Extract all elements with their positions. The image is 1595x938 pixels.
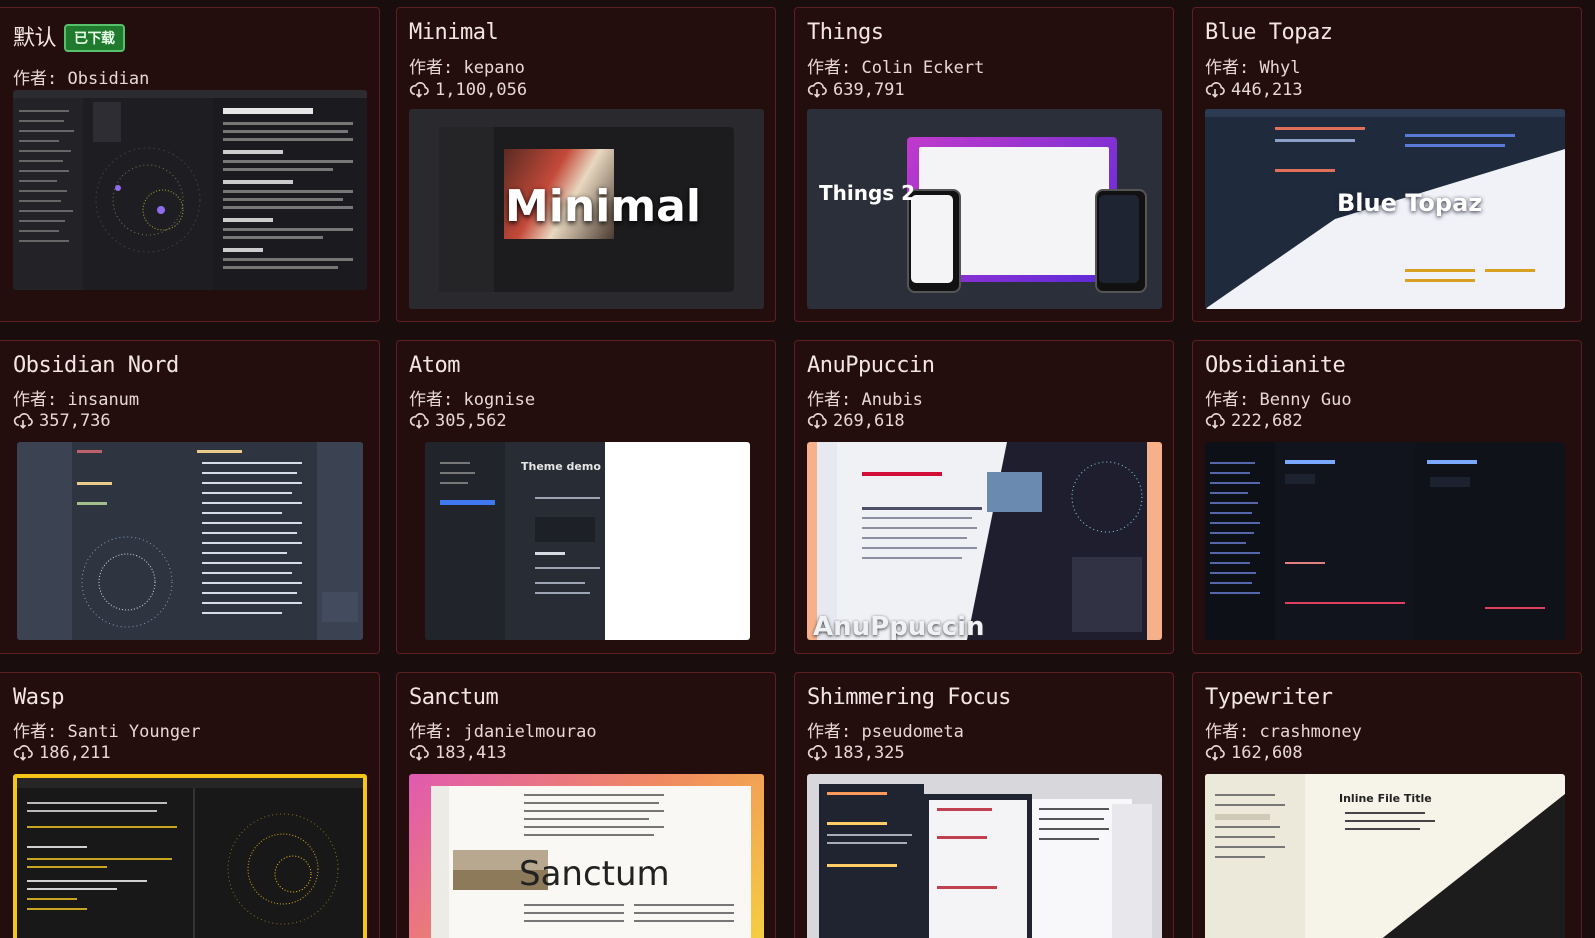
theme-preview: AnuPpuccin [807, 442, 1162, 640]
download-cloud-icon [409, 82, 429, 98]
download-cloud-icon [807, 413, 827, 429]
theme-preview: Minimal [409, 109, 764, 309]
theme-downloads: 305,562 [409, 411, 507, 431]
theme-downloads: 162,608 [1205, 743, 1303, 763]
theme-name: Obsidianite [1205, 353, 1346, 378]
theme-downloads: 183,413 [409, 743, 507, 763]
theme-downloads: 446,213 [1205, 80, 1303, 100]
theme-preview [13, 774, 367, 938]
theme-preview [807, 774, 1162, 938]
theme-preview: Sanctum [409, 774, 764, 938]
download-cloud-icon [409, 413, 429, 429]
theme-card-blue-topaz[interactable]: Blue Topaz 作者: Whyl 446,213 Blue Topaz [1192, 7, 1582, 322]
download-cloud-icon [1205, 745, 1225, 761]
theme-name: Shimmering Focus [807, 685, 1011, 710]
theme-preview: Blue Topaz [1205, 109, 1565, 309]
theme-author: 作者: insanum [13, 390, 140, 410]
theme-author: 作者: Santi Younger [13, 722, 201, 742]
theme-card-sanctum[interactable]: Sanctum 作者: jdanielmourao 183,413 Sanctu… [396, 672, 776, 938]
theme-preview: Theme demo [425, 442, 750, 640]
theme-author: 作者: kepano [409, 58, 525, 78]
download-cloud-icon [13, 413, 33, 429]
theme-card-wasp[interactable]: Wasp 作者: Santi Younger 186,211 [0, 672, 380, 938]
theme-name: Things [807, 20, 884, 45]
preview-title: Minimal [505, 181, 701, 232]
theme-preview [13, 90, 367, 290]
theme-downloads: 639,791 [807, 80, 905, 100]
theme-author: 作者: kognise [409, 390, 536, 410]
preview-background [817, 442, 1147, 640]
theme-downloads: 1,100,056 [409, 80, 527, 100]
download-cloud-icon [409, 745, 429, 761]
theme-card-default[interactable]: 默认 已下载 作者: Obsidian [0, 7, 380, 322]
preview-title: AnuPpuccin [813, 612, 985, 640]
preview-background [1205, 442, 1565, 640]
theme-name: Atom [409, 353, 460, 378]
preview-title: Theme demo [521, 460, 601, 473]
theme-preview [17, 442, 363, 640]
theme-card-things[interactable]: Things 作者: Colin Eckert 639,791 Things 2 [794, 7, 1174, 322]
preview-background [17, 778, 363, 938]
preview-background [819, 784, 1152, 938]
preview-title: Inline File Title [1339, 792, 1432, 805]
theme-gallery: 默认 已下载 作者: Obsidian Minimal 作者: kepano 1… [0, 0, 1595, 938]
theme-author: 作者: Colin Eckert [807, 58, 985, 78]
theme-downloads: 186,211 [13, 743, 111, 763]
theme-card-shimmering-focus[interactable]: Shimmering Focus 作者: pseudometa 183,325 [794, 672, 1174, 938]
theme-name: Minimal [409, 20, 499, 45]
theme-author: 作者: Benny Guo [1205, 390, 1352, 410]
theme-author: 作者: crashmoney [1205, 722, 1362, 742]
theme-downloads: 357,736 [13, 411, 111, 431]
theme-card-obsidianite[interactable]: Obsidianite 作者: Benny Guo 222,682 [1192, 340, 1582, 654]
preview-title: Blue Topaz [1337, 189, 1483, 217]
theme-name: Sanctum [409, 685, 499, 710]
theme-author: 作者: pseudometa [807, 722, 964, 742]
theme-preview: Inline File Title [1205, 774, 1565, 938]
theme-card-anuppuccin[interactable]: AnuPpuccin 作者: Anubis 269,618 AnuPpuccin [794, 340, 1174, 654]
theme-card-minimal[interactable]: Minimal 作者: kepano 1,100,056 Minimal [396, 7, 776, 322]
preview-title: Things 2 [819, 181, 916, 205]
downloaded-badge: 已下载 [64, 24, 125, 52]
theme-author: 作者: Anubis [807, 390, 923, 410]
theme-downloads: 269,618 [807, 411, 905, 431]
theme-card-typewriter[interactable]: Typewriter 作者: crashmoney 162,608 Inline [1192, 672, 1582, 938]
theme-preview: Things 2 [807, 109, 1162, 309]
preview-graph [13, 90, 367, 290]
preview-title: Sanctum [519, 854, 670, 894]
theme-name: 默认 已下载 [13, 20, 125, 52]
theme-name: Obsidian Nord [13, 353, 179, 378]
theme-preview [1205, 442, 1565, 640]
download-cloud-icon [807, 82, 827, 98]
theme-name: Typewriter [1205, 685, 1333, 710]
download-cloud-icon [13, 745, 33, 761]
theme-name: Blue Topaz [1205, 20, 1333, 45]
download-cloud-icon [1205, 82, 1225, 98]
theme-downloads: 183,325 [807, 743, 905, 763]
preview-background [17, 442, 363, 640]
theme-name: AnuPpuccin [807, 353, 935, 378]
theme-card-atom[interactable]: Atom 作者: kognise 305,562 Theme demo [396, 340, 776, 654]
download-cloud-icon [807, 745, 827, 761]
theme-author: 作者: jdanielmourao [409, 722, 597, 742]
theme-author: 作者: Obsidian [13, 69, 150, 89]
download-cloud-icon [1205, 413, 1225, 429]
theme-downloads: 222,682 [1205, 411, 1303, 431]
theme-name: Wasp [13, 685, 64, 710]
theme-card-obsidian-nord[interactable]: Obsidian Nord 作者: insanum 357,736 [0, 340, 380, 654]
theme-author: 作者: Whyl [1205, 58, 1301, 78]
